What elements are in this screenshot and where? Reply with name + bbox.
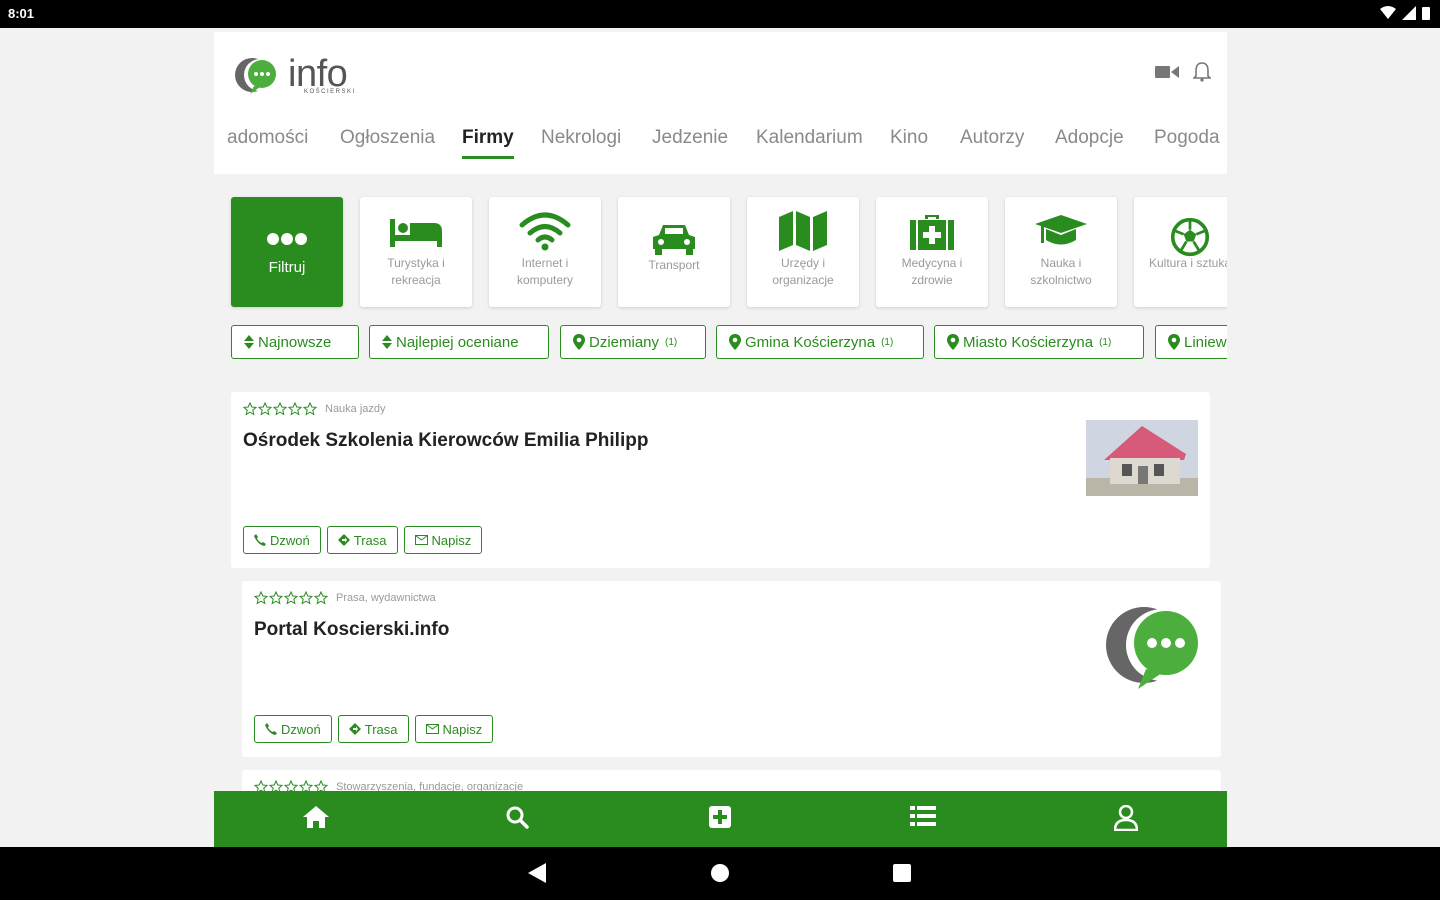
list-icon[interactable] (910, 805, 936, 827)
app-screen: info KOŚCIERSKI adomości Ogłoszenia Firm… (214, 32, 1227, 847)
logo-wordmark: info (288, 53, 348, 95)
listing-thumbnail[interactable] (1086, 420, 1198, 501)
pin-icon (1168, 334, 1180, 350)
category-medycyna[interactable]: Medycyna i zdrowie (876, 197, 988, 307)
tab-nekrologi[interactable]: Nekrologi (541, 127, 621, 149)
category-transport[interactable]: Transport (618, 197, 730, 307)
add-icon[interactable] (708, 805, 732, 829)
signal-status-icon (1402, 6, 1416, 20)
graduation-cap-icon (1035, 215, 1087, 245)
rating-stars: Prasa, wydawnictwa (254, 591, 436, 605)
dots-icon (267, 233, 307, 245)
route-button[interactable]: Trasa (337, 715, 409, 743)
envelope-icon (414, 535, 428, 545)
tab-kino[interactable]: Kino (890, 127, 928, 149)
video-camera-icon[interactable] (1155, 64, 1179, 80)
write-button[interactable]: Napisz (403, 526, 483, 554)
user-icon[interactable] (1114, 805, 1138, 831)
listing-category: Nauka jazdy (325, 403, 386, 415)
system-navigation-bar (0, 847, 1440, 900)
tab-adopcje[interactable]: Adopcje (1055, 127, 1124, 149)
category-label: Internet i komputery (516, 256, 574, 287)
star-outline-icon (254, 591, 329, 605)
route-icon (337, 534, 350, 546)
status-bar: 8:01 (0, 0, 1440, 28)
category-urzedy[interactable]: Urzędy i organizacje (747, 197, 859, 307)
sort-icon (244, 335, 254, 349)
header: info KOŚCIERSKI adomości Ogłoszenia Firm… (214, 32, 1227, 174)
category-label: Urzędy i organizacje (772, 256, 834, 287)
location-dziemiany-chip[interactable]: Dziemiany (1) (560, 325, 706, 359)
map-icon (779, 211, 827, 251)
pin-icon (947, 334, 959, 350)
call-button[interactable]: Dzwoń (243, 526, 321, 554)
status-time: 8:01 (8, 6, 35, 21)
sort-icon (382, 335, 392, 349)
call-button[interactable]: Dzwoń (254, 715, 332, 743)
location-miasto-chip[interactable]: Miasto Kościerzyna (1) (934, 325, 1144, 359)
listing-category: Prasa, wydawnictwa (336, 592, 436, 604)
location-gmina-chip[interactable]: Gmina Kościerzyna (1) (716, 325, 924, 359)
logo-subtitle: KOŚCIERSKI (304, 89, 356, 95)
category-nauka[interactable]: Nauka i szkolnictwo (1005, 197, 1117, 307)
bottom-navigation (214, 791, 1227, 847)
recents-icon[interactable] (893, 863, 911, 883)
rating-stars: Nauka jazdy (243, 402, 386, 416)
tab-ogloszenia[interactable]: Ogłoszenia (340, 127, 435, 149)
phone-icon (254, 534, 266, 546)
tab-jedzenie[interactable]: Jedzenie (652, 127, 728, 149)
phone-icon (265, 723, 277, 735)
logo: info KOŚCIERSKI (232, 53, 354, 98)
category-label: Transport (648, 258, 700, 272)
listing-card[interactable]: Nauka jazdy Ośrodek Szkolenia Kierowców … (231, 392, 1210, 568)
house-photo (1086, 420, 1198, 496)
pin-icon (729, 334, 741, 350)
pin-icon (573, 334, 585, 350)
category-label: Turystyka i rekreacja (387, 256, 445, 287)
tab-autorzy[interactable]: Autorzy (960, 127, 1024, 149)
listing-card[interactable]: Prasa, wydawnictwa Portal Koscierski.inf… (242, 581, 1221, 757)
listing-thumbnail[interactable] (1100, 595, 1210, 708)
search-icon[interactable] (505, 805, 529, 829)
section-tabs: adomości Ogłoszenia Firmy Nekrologi Jedz… (214, 127, 1227, 167)
chat-bubble-logo-icon (1100, 595, 1210, 703)
category-label: Medycyna i zdrowie (901, 256, 963, 287)
star-outline-icon (243, 402, 318, 416)
chat-bubble-logo-icon (235, 58, 276, 94)
location-liniewo-chip[interactable]: Liniewo (1155, 325, 1227, 359)
envelope-icon (425, 724, 439, 734)
category-internet[interactable]: Internet i komputery (489, 197, 601, 307)
write-button[interactable]: Napisz (414, 715, 494, 743)
soccer-ball-icon (1170, 217, 1210, 257)
category-label: Kultura i sztuka (1148, 256, 1227, 270)
route-icon (348, 723, 361, 735)
category-turystyka[interactable]: Turystyka i rekreacja (360, 197, 472, 307)
listing-title[interactable]: Ośrodek Szkolenia Kierowców Emilia Phili… (243, 430, 648, 452)
tab-wiadomosci[interactable]: adomości (227, 127, 308, 149)
filter-chips: Najnowsze Najlepiej oceniane Dziemiany (… (231, 325, 1227, 363)
category-label: Filtruj (268, 259, 306, 276)
category-filter-button[interactable]: Filtruj (231, 197, 343, 307)
tab-firmy[interactable]: Firmy (462, 127, 514, 159)
sort-newest-chip[interactable]: Najnowsze (231, 325, 359, 359)
medkit-icon (910, 215, 954, 250)
home-icon[interactable] (302, 805, 330, 829)
category-kultura[interactable]: Kultura i sztuka (1134, 197, 1227, 307)
category-tiles: Filtruj Turystyka i rekreacja Internet i… (231, 197, 1227, 309)
listing-title[interactable]: Portal Koscierski.info (254, 619, 449, 641)
battery-status-icon (1422, 7, 1430, 20)
home-circle-icon[interactable] (710, 863, 730, 883)
car-icon (653, 225, 695, 255)
wifi-status-icon (1380, 6, 1396, 19)
route-button[interactable]: Trasa (326, 526, 398, 554)
sort-best-rated-chip[interactable]: Najlepiej oceniane (369, 325, 549, 359)
bed-icon (390, 219, 442, 247)
back-icon[interactable] (528, 863, 546, 883)
category-label: Nauka i szkolnictwo (1030, 256, 1092, 287)
tab-kalendarium[interactable]: Kalendarium (756, 127, 863, 149)
tab-pogoda[interactable]: Pogoda (1154, 127, 1220, 149)
wifi-icon (519, 212, 571, 251)
bell-icon[interactable] (1193, 62, 1211, 82)
